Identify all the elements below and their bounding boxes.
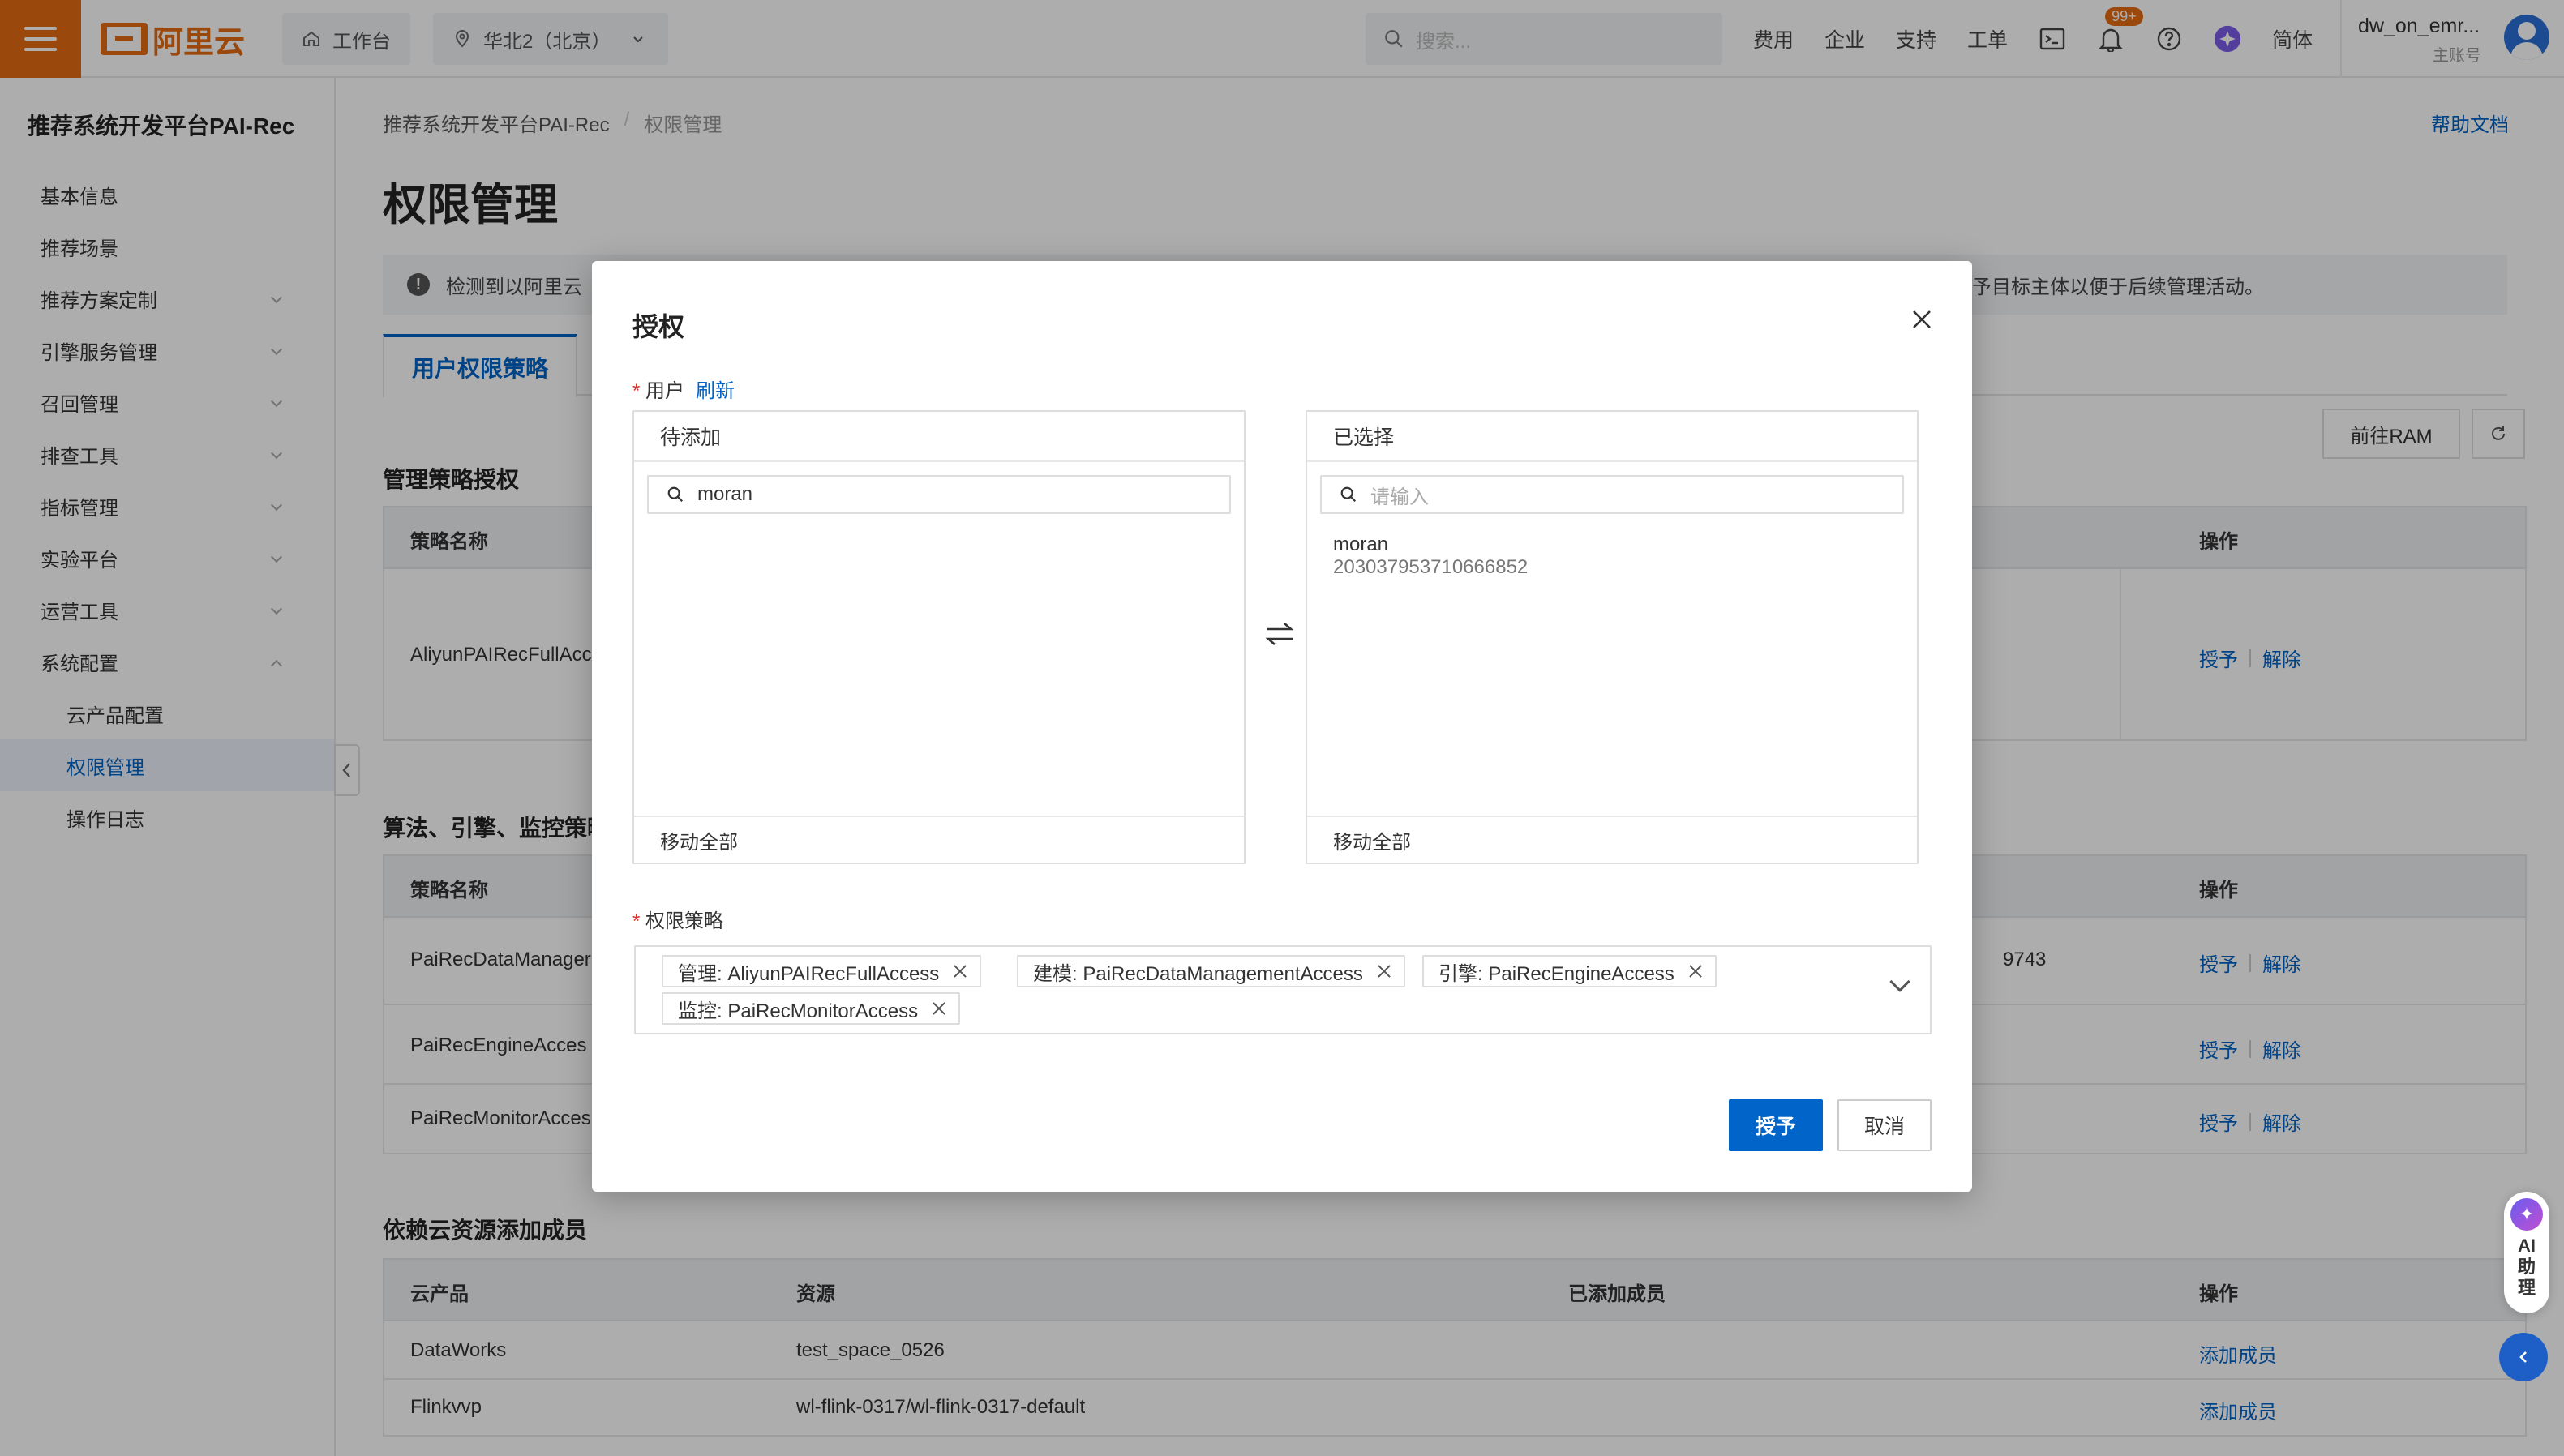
ai-assistant-float[interactable]: ✦ AI助理 [2504, 1192, 2549, 1313]
dialog-title: 授权 [632, 312, 685, 341]
policy-field-label: * 权限策略 [632, 905, 723, 933]
policy-tag-label: 引擎: PaiRecEngineAccess [1438, 962, 1674, 985]
grant-button[interactable]: 授予 [1729, 1099, 1823, 1151]
source-search-value: moran [697, 483, 753, 505]
cancel-button[interactable]: 取消 [1837, 1099, 1932, 1151]
policy-tag: 监控: PaiRecMonitorAccess [662, 992, 961, 1025]
policy-tag-label: 建模: PaiRecDataManagementAccess [1033, 962, 1363, 985]
ai-assistant-icon: ✦ [2510, 1198, 2543, 1231]
close-icon[interactable] [1687, 963, 1704, 979]
ai-assistant-label: AI助理 [2517, 1235, 2536, 1298]
transfer-target-panel: 已选择 请输入 moran 203037953710666852 移动全部 [1306, 410, 1919, 864]
policy-label: 权限策略 [645, 910, 724, 932]
refresh-users-link[interactable]: 刷新 [696, 375, 735, 403]
policy-multiselect[interactable]: 管理: AliyunPAIRecFullAccess 建模: PaiRecDat… [634, 945, 1932, 1034]
search-icon [667, 486, 684, 503]
required-mark: * [632, 910, 641, 932]
policy-tag: 管理: AliyunPAIRecFullAccess [662, 955, 982, 987]
chevron-left-icon [2519, 1351, 2527, 1363]
target-search-input[interactable]: 请输入 [1320, 475, 1904, 514]
close-icon[interactable] [1376, 963, 1392, 979]
source-search-input[interactable]: moran [647, 475, 1231, 514]
selected-user-item[interactable]: moran 203037953710666852 [1333, 533, 1528, 579]
policy-tag: 引擎: PaiRecEngineAccess [1422, 955, 1717, 987]
policy-tag: 建模: PaiRecDataManagementAccess [1017, 955, 1405, 987]
selected-user-name: moran [1333, 533, 1389, 555]
move-all-left-button[interactable]: 移动全部 [1307, 816, 1917, 863]
transfer-arrows-icon[interactable] [1262, 616, 1297, 652]
source-panel-title: 待添加 [634, 412, 1244, 462]
close-icon[interactable] [1906, 303, 1938, 336]
user-field-label: * 用户 刷新 [632, 375, 735, 403]
move-all-right-button[interactable]: 移动全部 [634, 816, 1244, 863]
transfer-source-panel: 待添加 moran 移动全部 [632, 410, 1246, 864]
close-icon[interactable] [952, 963, 968, 979]
ai-collapse-button[interactable] [2499, 1333, 2548, 1381]
required-mark: * [632, 380, 641, 402]
target-search-placeholder: 请输入 [1370, 486, 1429, 508]
policy-tag-label: 管理: AliyunPAIRecFullAccess [678, 962, 940, 985]
selected-user-id: 203037953710666852 [1333, 556, 1529, 578]
search-icon [1340, 486, 1357, 503]
target-panel-title: 已选择 [1307, 412, 1917, 462]
chevron-down-icon[interactable] [1889, 971, 1910, 992]
policy-tag-label: 监控: PaiRecMonitorAccess [678, 1000, 919, 1022]
user-label: 用户 [645, 380, 685, 402]
authorize-dialog: 授权 * 用户 刷新 待添加 moran 移动全部 已选择 请输入 moran … [592, 261, 1972, 1192]
close-icon[interactable] [931, 1000, 947, 1017]
